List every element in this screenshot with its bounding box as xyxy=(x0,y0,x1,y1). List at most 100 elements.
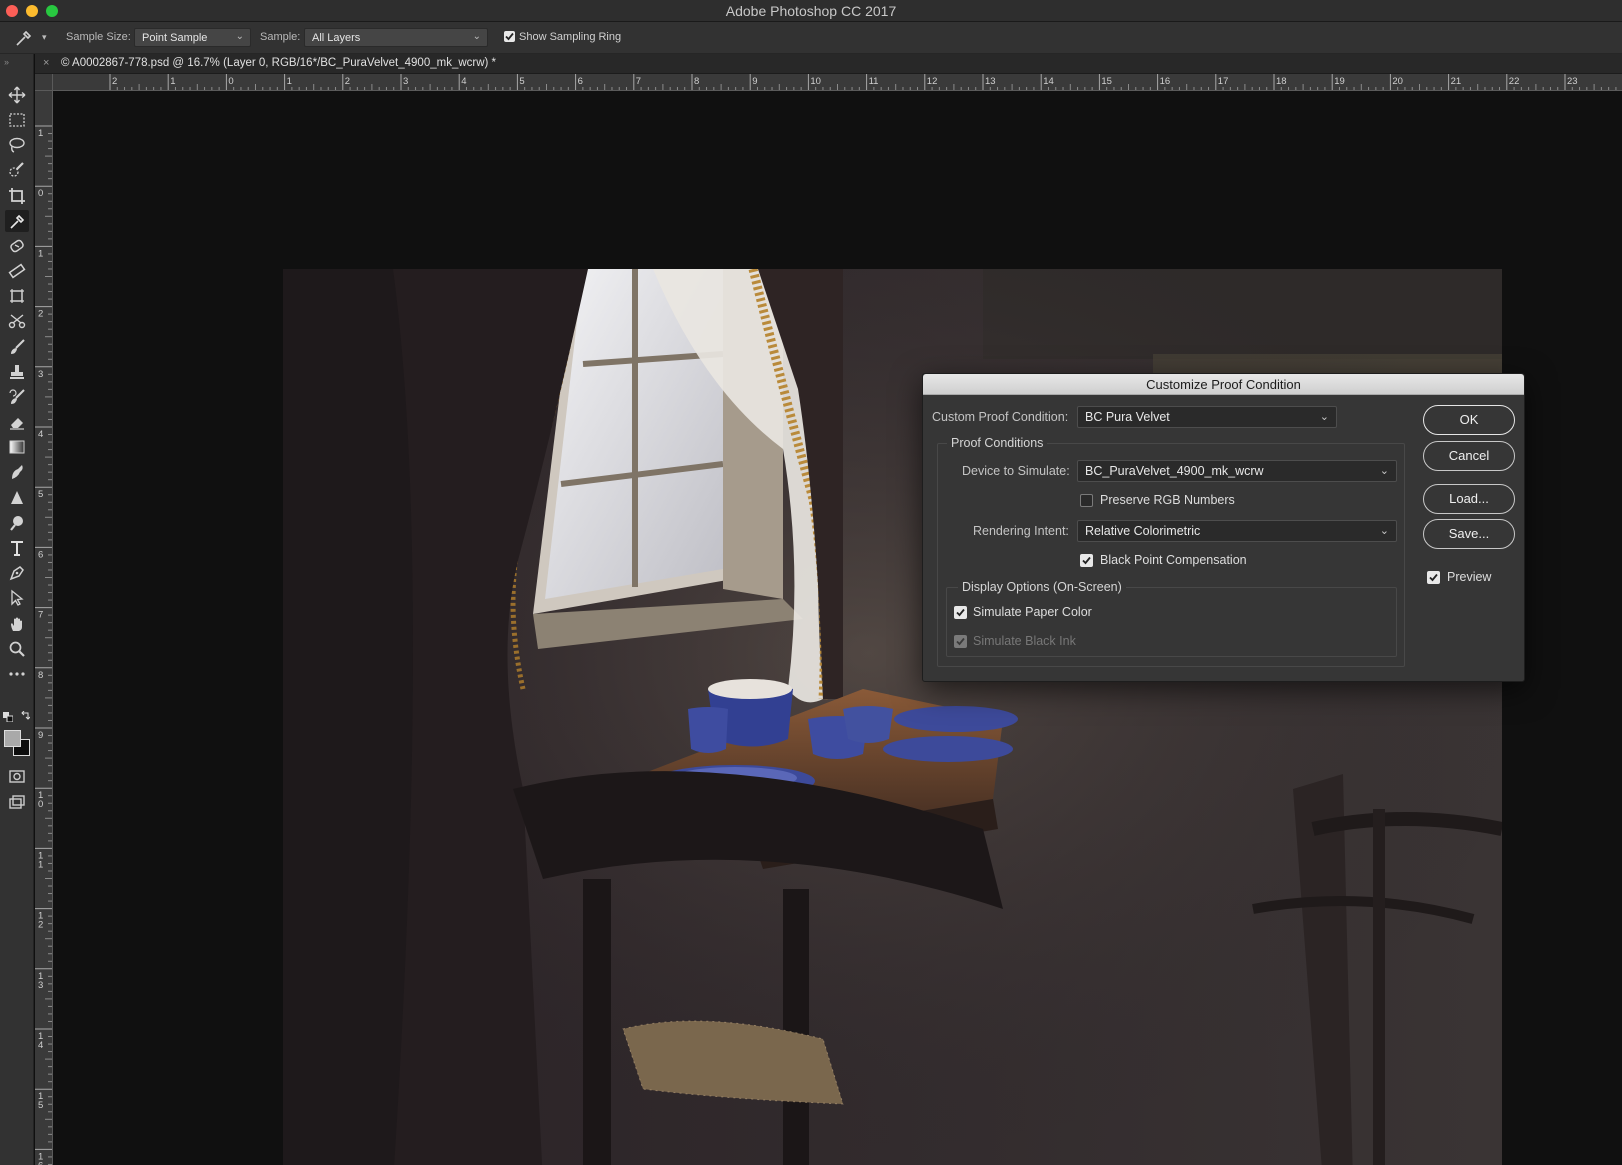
dodge-tool-icon[interactable] xyxy=(5,512,29,534)
checkmark-icon xyxy=(956,608,965,617)
ruler-label: 11 xyxy=(38,850,43,870)
preserve-rgb-checkbox[interactable] xyxy=(1080,494,1093,507)
default-colors-icon[interactable] xyxy=(3,709,14,723)
ruler-label: 14 xyxy=(38,1031,43,1051)
device-to-simulate-value: BC_PuraVelvet_4900_mk_wcrw xyxy=(1085,464,1264,478)
healing-brush-tool-icon[interactable] xyxy=(5,235,29,257)
document-tab[interactable]: × © A0002867-778.psd @ 16.7% (Layer 0, R… xyxy=(35,54,1622,74)
tools-panel: ›› xyxy=(0,54,34,1165)
ruler-label: 7 xyxy=(636,76,641,87)
quick-select-tool-icon[interactable] xyxy=(5,159,29,181)
quick-mask-icon[interactable] xyxy=(5,765,29,787)
ruler-label: 19 xyxy=(1334,76,1345,87)
save-button[interactable]: Save... xyxy=(1423,519,1515,549)
marquee-tool-icon[interactable] xyxy=(5,109,29,131)
scissors-tool-icon[interactable] xyxy=(5,310,29,332)
gradient-tool-icon[interactable] xyxy=(5,436,29,458)
cancel-button[interactable]: Cancel xyxy=(1423,441,1515,471)
show-sampling-ring-checkbox[interactable] xyxy=(504,31,515,42)
customize-proof-condition-dialog: Customize Proof Condition Custom Proof C… xyxy=(922,373,1525,682)
path-select-tool-icon[interactable] xyxy=(5,587,29,609)
sample-select[interactable]: All Layers ⌄ xyxy=(304,28,488,47)
preview-checkbox[interactable] xyxy=(1427,571,1440,584)
load-button[interactable]: Load... xyxy=(1423,484,1515,514)
chevron-down-icon[interactable]: ▾ xyxy=(42,32,47,43)
foreground-color-swatch[interactable] xyxy=(4,730,21,747)
simulate-black-ink-label: Simulate Black Ink xyxy=(973,634,1076,648)
panel-collapse-icon[interactable]: ›› xyxy=(4,57,9,67)
black-point-compensation-label: Black Point Compensation xyxy=(1100,553,1247,567)
hand-tool-icon[interactable] xyxy=(5,613,29,635)
eraser-tool-icon[interactable] xyxy=(5,411,29,433)
sample-size-select[interactable]: Point Sample ⌄ xyxy=(134,28,251,47)
swap-colors-icon[interactable] xyxy=(20,708,31,720)
tool-preset-picker[interactable] xyxy=(14,28,36,48)
app-title: Adobe Photoshop CC 2017 xyxy=(725,3,897,19)
ruler-label: 11 xyxy=(869,76,879,87)
pen-tool-icon[interactable] xyxy=(5,562,29,584)
ruler-label: 3 xyxy=(403,76,408,87)
horizontal-ruler[interactable]: 2 1 0 1 2 3 4 5 6 7 8 9 10 11 12 13 14 15 16 17 18 19 20 21 22 23 xyxy=(53,74,1622,91)
ruler-origin[interactable] xyxy=(35,74,53,91)
sample-label: Sample: xyxy=(260,31,301,43)
rendering-intent-select[interactable]: Relative Colorimetric ⌄ xyxy=(1077,520,1397,542)
custom-proof-condition-value: BC Pura Velvet xyxy=(1085,410,1170,424)
custom-proof-condition-select[interactable]: BC Pura Velvet ⌄ xyxy=(1077,406,1337,428)
screen-mode-icon[interactable] xyxy=(5,791,29,813)
options-bar: ▾ Sample Size: Point Sample ⌄ Sample: Al… xyxy=(0,22,1622,54)
device-to-simulate-select[interactable]: BC_PuraVelvet_4900_mk_wcrw ⌄ xyxy=(1077,460,1397,482)
dialog-title[interactable]: Customize Proof Condition xyxy=(923,374,1524,395)
history-brush-tool-icon[interactable] xyxy=(5,386,29,408)
eyedropper-tool-icon[interactable] xyxy=(5,210,29,232)
crop-tool-icon[interactable] xyxy=(5,185,29,207)
sharpen-tool-icon[interactable] xyxy=(5,487,29,509)
move-tool-icon[interactable] xyxy=(5,84,29,106)
preserve-rgb-label: Preserve RGB Numbers xyxy=(1100,493,1235,507)
ruler-label: 12 xyxy=(38,911,43,931)
ruler-label: 22 xyxy=(1509,76,1520,87)
ruler-label: 1 xyxy=(38,128,43,139)
ruler-label: 2 xyxy=(345,76,350,87)
proof-conditions-title: Proof Conditions xyxy=(947,436,1048,450)
chevron-down-icon: ⌄ xyxy=(235,31,244,42)
preview-label: Preview xyxy=(1447,570,1492,584)
ruler-label: 23 xyxy=(1567,76,1578,87)
checkmark-icon xyxy=(505,32,514,41)
ruler-label: 13 xyxy=(985,76,996,87)
close-icon[interactable]: × xyxy=(43,57,49,69)
device-to-simulate-label: Device to Simulate: xyxy=(962,464,1070,478)
type-tool-icon[interactable] xyxy=(5,537,29,559)
ruler-label: 4 xyxy=(461,76,466,87)
frame-tool-icon[interactable] xyxy=(5,285,29,307)
ruler-label: 16 xyxy=(38,1151,43,1165)
custom-proof-condition-label: Custom Proof Condition: xyxy=(932,410,1069,424)
ruler-label: 9 xyxy=(38,730,43,741)
chevron-down-icon: ⌄ xyxy=(1379,525,1389,537)
sample-value: All Layers xyxy=(312,32,361,44)
ruler-label: 15 xyxy=(38,1091,43,1111)
ruler-label: 0 xyxy=(38,188,43,199)
black-point-compensation-checkbox[interactable] xyxy=(1080,554,1093,567)
ruler-label: 0 xyxy=(228,76,233,87)
vertical-ruler[interactable]: 1012345678910111213141516 xyxy=(35,91,53,1165)
lasso-tool-icon[interactable] xyxy=(5,134,29,156)
simulate-paper-color-checkbox[interactable] xyxy=(954,606,967,619)
ruler-label: 4 xyxy=(38,429,43,440)
ruler-label: 7 xyxy=(38,610,43,621)
rendering-intent-value: Relative Colorimetric xyxy=(1085,524,1201,538)
sample-size-label: Sample Size: xyxy=(66,31,131,43)
more-tools-icon[interactable] xyxy=(5,663,29,685)
smudge-tool-icon[interactable] xyxy=(5,461,29,483)
stamp-tool-icon[interactable] xyxy=(5,361,29,383)
simulate-paper-color-label: Simulate Paper Color xyxy=(973,605,1092,619)
ruler-label: 12 xyxy=(927,76,938,87)
ruler-label: 2 xyxy=(38,309,43,320)
ok-button[interactable]: OK xyxy=(1423,405,1515,435)
zoom-tool-icon[interactable] xyxy=(5,638,29,660)
ruler-label: 3 xyxy=(38,369,43,380)
ruler-label: 18 xyxy=(1276,76,1287,87)
ruler-tool-icon[interactable] xyxy=(5,260,29,282)
simulate-black-ink-checkbox xyxy=(954,635,967,648)
brush-tool-icon[interactable] xyxy=(5,336,29,358)
ruler-label: 2 xyxy=(112,76,117,87)
